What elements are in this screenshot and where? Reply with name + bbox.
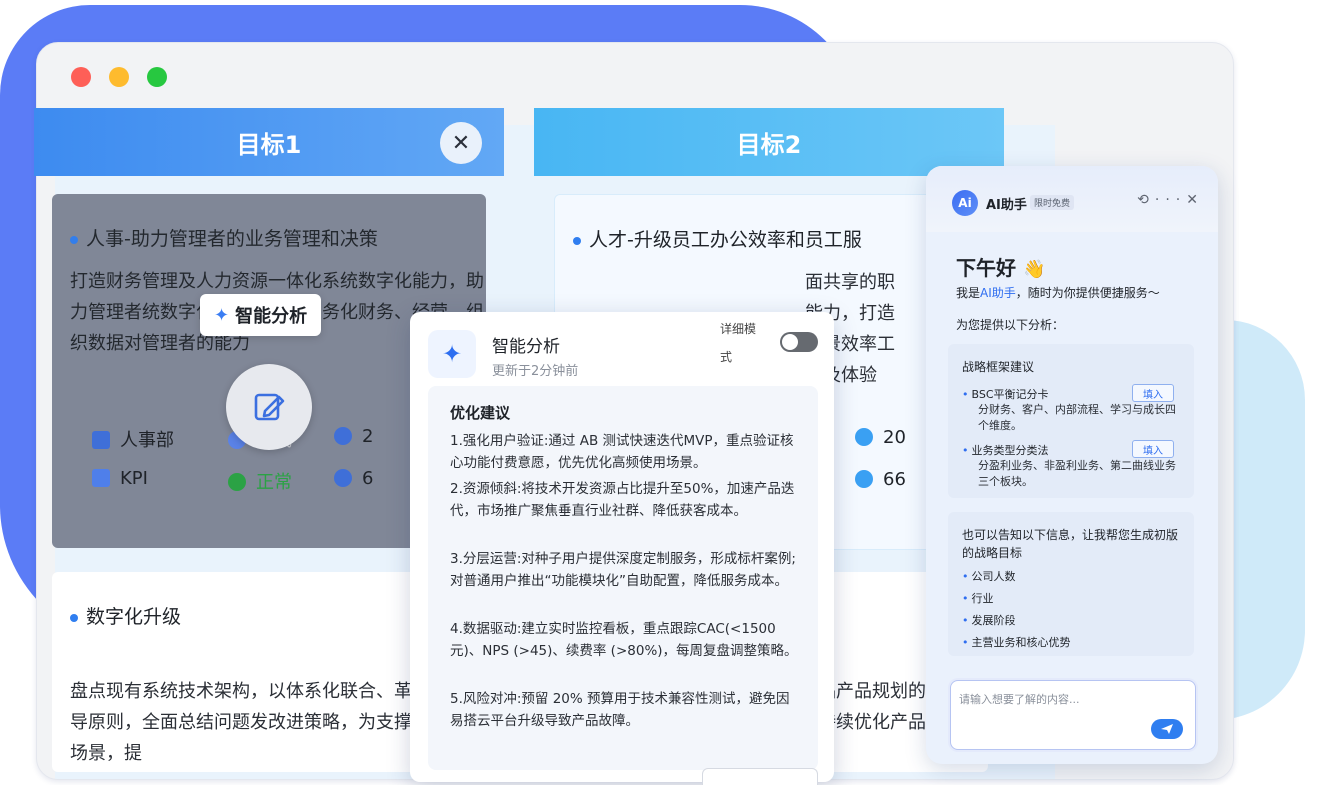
send-icon xyxy=(1161,724,1173,734)
progress-icon xyxy=(855,470,873,488)
maximize-window-button[interactable] xyxy=(147,67,167,87)
kpi-icon xyxy=(92,469,110,487)
org-icon xyxy=(92,431,110,449)
fill-button[interactable]: 填入 xyxy=(1132,384,1174,402)
card-count: 20 xyxy=(883,427,906,448)
input-placeholder: 请输入想要了解的内容... xyxy=(959,693,1080,706)
info-request-box: 也可以告知以下信息，让我帮您生成初版的战略目标 • 公司人数 • 行业 • 发展阶段 … xyxy=(948,512,1194,656)
card-pct: 66 xyxy=(883,469,906,490)
free-badge: 限时免费 xyxy=(1030,195,1075,210)
progress-icon xyxy=(334,469,352,487)
goal-1-close-button[interactable]: ✕ xyxy=(440,122,482,164)
popover-updated: 更新于2分钟前 xyxy=(492,364,579,379)
card-title: 人事-助力管理者的业务管理和决策 xyxy=(86,228,378,250)
assistant-header: Ai AI助手 限时免费 ⟲···✕ xyxy=(926,166,1218,232)
window-titlebar xyxy=(37,43,1233,107)
card-dept: 人事部 xyxy=(120,430,174,451)
minimize-window-button[interactable] xyxy=(109,67,129,87)
close-icon[interactable]: ✕ xyxy=(1186,192,1204,208)
suggestion-item: 2.资源倾斜:将技术开发资源占比提升至50%，加速产品迭代，市场推广聚焦垂直行业… xyxy=(450,481,795,519)
framework-desc: 分财务、客户、内部流程、学习与成长四个维度。 xyxy=(978,403,1176,432)
assistant-name: AI助手 xyxy=(986,198,1027,213)
bullet-dot xyxy=(70,235,78,244)
strategy-framework-box: 战略框架建议 • BSC平衡记分卡 填入 分财务、客户、内部流程、学习与成长四个维… xyxy=(948,344,1194,498)
card-title: 人才-升级员工办公效率和员工服 xyxy=(589,229,862,251)
sparkle-icon: ✦ xyxy=(214,304,230,326)
greeting: 下午好 xyxy=(956,256,1016,280)
info-item[interactable]: • 行业 xyxy=(962,590,994,606)
goal-2-title: 目标2 xyxy=(736,130,802,159)
wave-icon: 👋 xyxy=(1022,259,1046,280)
section-title: 优化建议 xyxy=(450,404,511,422)
clock-icon xyxy=(855,428,873,446)
popover-body: 优化建议 1.强化用户验证:通过 AB 测试快速迭代MVP，重点验证核心功能付费… xyxy=(428,386,818,770)
card-kpi: KPI xyxy=(120,468,148,489)
smart-analysis-popover: ✦ 智能分析 更新于2分钟前 详细模 式 优化建议 1.强化用户验证:通过 AB… xyxy=(410,312,834,785)
framework-desc: 分盈利业务、非盈利业务、第二曲线业务三个板块。 xyxy=(978,459,1176,488)
popover-title: 智能分析 xyxy=(492,337,560,357)
chat-input[interactable]: 请输入想要了解的内容... xyxy=(950,680,1196,750)
offer-label: 为您提供以下分析： xyxy=(956,318,1065,332)
card-pct: 6 xyxy=(362,468,374,489)
bullet-dot xyxy=(70,613,78,622)
send-button[interactable] xyxy=(1151,719,1183,739)
smart-analysis-chip[interactable]: ✦ 智能分析 xyxy=(200,294,322,336)
detail-mode-label: 详细模 xyxy=(720,322,757,336)
box-title: 战略框架建议 xyxy=(962,360,1035,374)
suggestion-item: 3.分层运营:对种子用户提供深度定制服务，形成标杆案例;对普通用户推出“功能模块… xyxy=(450,551,796,589)
box-title: 也可以告知以下信息，让我帮您生成初版的战略目标 xyxy=(962,528,1179,560)
detail-mode-label-2: 式 xyxy=(720,350,733,364)
info-item[interactable]: • 主营业务和核心优势 xyxy=(962,634,1071,650)
suggestion-item: 1.强化用户验证:通过 AB 测试快速迭代MVP，重点验证核心功能付费意愿，优先… xyxy=(450,433,794,471)
info-item[interactable]: • 公司人数 xyxy=(962,568,1016,584)
framework-item: • 业务类型分类法 xyxy=(962,444,1049,457)
card-title: 数字化升级 xyxy=(86,606,182,628)
chip-label: 智能分析 xyxy=(235,306,308,327)
assistant-intro: 我是AI助手，随时为你提供便捷服务～ xyxy=(956,286,1160,300)
framework-item: • BSC平衡记分卡 xyxy=(962,388,1049,401)
popover-footer-button[interactable] xyxy=(702,768,818,785)
history-icon[interactable]: ⟲ xyxy=(1137,192,1155,208)
edit-icon xyxy=(254,393,285,421)
goal-1-header: 目标1 ✕ xyxy=(34,108,504,176)
fill-button[interactable]: 填入 xyxy=(1132,440,1174,458)
suggestion-item: 5.风险对冲:预留 20% 预算用于技术兼容性测试，避免因易搭云平台升级导致产品… xyxy=(450,691,790,729)
ai-assistant-panel: Ai AI助手 限时免费 ⟲···✕ 下午好 👋 我是AI助手，随时为你提供便捷… xyxy=(926,166,1218,764)
assistant-logo: Ai xyxy=(952,190,978,216)
close-window-button[interactable] xyxy=(71,67,91,87)
card-status: 正常 xyxy=(256,472,292,493)
info-item[interactable]: • 发展阶段 xyxy=(962,612,1016,628)
edit-button[interactable] xyxy=(226,364,312,450)
suggestion-item: 4.数据驱动:建立实时监控看板，重点跟踪CAC(<1500元)、NPS (>45… xyxy=(450,621,798,659)
sparkle-icon: ✦ xyxy=(428,330,476,378)
detail-mode-toggle[interactable] xyxy=(780,332,818,352)
card-count: 2 xyxy=(362,426,374,447)
status-icon xyxy=(228,473,246,491)
more-icon[interactable]: ··· xyxy=(1155,192,1186,208)
clock-icon xyxy=(334,427,352,445)
bullet-dot xyxy=(573,236,581,245)
goal-1-title: 目标1 xyxy=(236,130,302,159)
